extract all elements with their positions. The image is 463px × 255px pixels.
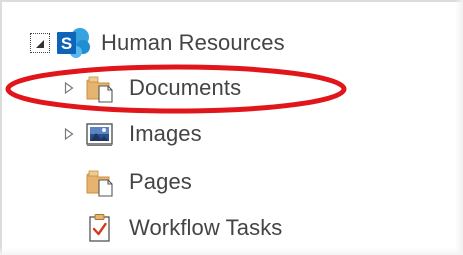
panel-bottom-shadow	[0, 248, 463, 255]
tree-item-images[interactable]: Images	[62, 115, 202, 153]
collapse-triangle-icon[interactable]	[30, 33, 50, 53]
sharepoint-site-icon: S	[56, 26, 90, 60]
tree-item-images-label: Images	[129, 121, 202, 146]
tree-item-workflow-tasks[interactable]: Workflow Tasks	[62, 209, 282, 247]
tree-root-label: Human Resources	[101, 30, 285, 55]
expand-triangle-icon[interactable]	[62, 127, 76, 141]
task-list-icon	[85, 213, 115, 243]
tree-item-documents[interactable]: Documents	[62, 69, 241, 107]
tree-item-pages-label: Pages	[129, 169, 192, 194]
tree-item-workflow-tasks-label: Workflow Tasks	[129, 215, 283, 240]
image-library-icon	[85, 119, 115, 149]
panel-edge-shadow	[455, 0, 463, 255]
pages-library-icon	[85, 167, 115, 197]
tree-root-human-resources[interactable]: S Human Resources	[30, 24, 285, 62]
document-library-icon	[85, 73, 115, 103]
expand-triangle-icon[interactable]	[62, 81, 76, 95]
tree-item-pages[interactable]: Pages	[62, 163, 192, 201]
svg-text:S: S	[61, 34, 72, 53]
tree-item-documents-label: Documents	[129, 75, 242, 100]
